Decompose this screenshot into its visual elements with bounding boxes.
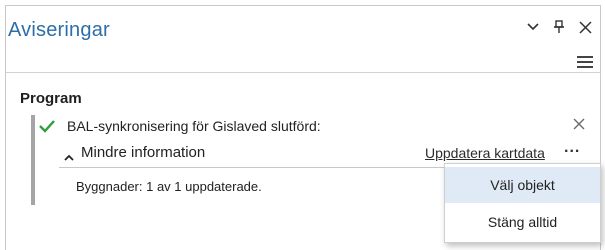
pane-title: Aviseringar: [8, 19, 110, 41]
notifications-pane: Aviseringar Program BAL-synkronisering f…: [0, 0, 605, 250]
notification-accent-bar: [31, 115, 35, 205]
chevron-up-icon: [64, 149, 74, 161]
header-divider: [6, 72, 601, 73]
context-menu: Välj objekt Stäng alltid: [444, 163, 601, 243]
hamburger-menu-icon[interactable]: [577, 55, 593, 69]
check-icon: [39, 119, 55, 133]
chevron-down-icon[interactable]: [525, 19, 541, 35]
menu-item-select-objects[interactable]: Välj objekt: [445, 167, 600, 203]
section-title: Program: [20, 90, 82, 107]
menu-item-always-close[interactable]: Stäng alltid: [445, 204, 600, 240]
toggle-label: Mindre information: [81, 144, 206, 161]
pin-icon[interactable]: [551, 19, 567, 35]
pane-title-controls: [525, 19, 593, 35]
dismiss-notification-button[interactable]: [573, 117, 585, 135]
update-map-data-link[interactable]: Uppdatera kartdata: [425, 145, 545, 161]
notification-detail: Byggnader: 1 av 1 uppdaterade.: [76, 179, 262, 194]
close-icon[interactable]: [577, 19, 593, 35]
close-icon: [573, 118, 585, 130]
less-information-toggle[interactable]: Mindre information: [64, 144, 205, 161]
more-options-button[interactable]: ...: [564, 139, 580, 157]
notification-message: BAL-synkronisering för Gislaved slutförd…: [67, 118, 321, 134]
